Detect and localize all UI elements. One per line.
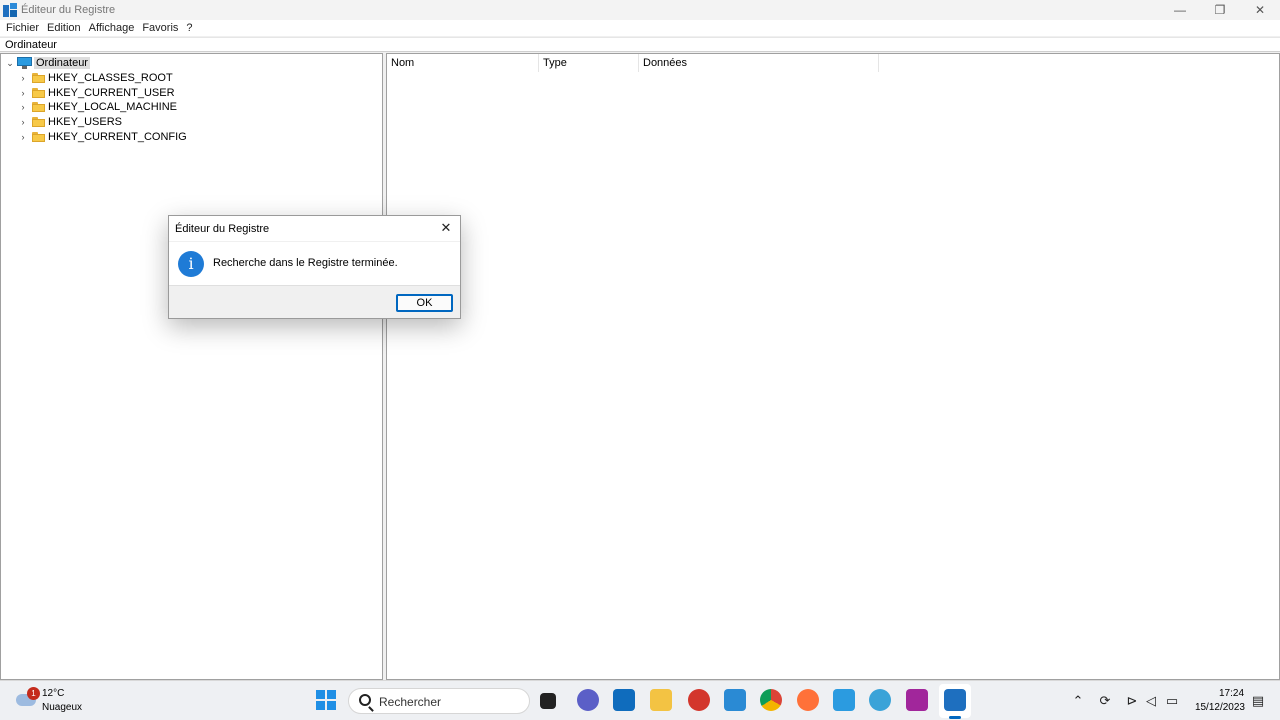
weather-temp: 12°C — [42, 688, 65, 699]
tree-item-hkey-current-config[interactable]: › HKEY_CURRENT_CONFIG — [18, 130, 187, 144]
restore-button[interactable]: ❐ — [1200, 0, 1240, 20]
folder-icon — [32, 102, 45, 112]
message-dialog: Éditeur du Registre ✕ i Recherche dans l… — [168, 215, 461, 319]
teams-icon[interactable] — [577, 689, 599, 711]
notification-icon[interactable]: ▤ — [1250, 693, 1266, 709]
chevron-up-icon[interactable]: ⌃ — [1070, 693, 1086, 709]
info-icon: i — [178, 251, 204, 277]
column-header-nom[interactable]: Nom — [387, 54, 539, 72]
sync-icon[interactable]: ⟳ — [1097, 693, 1113, 709]
computer-icon — [17, 57, 32, 69]
values-pane[interactable]: Nom Type Données — [386, 53, 1280, 680]
minimize-button[interactable]: — — [1160, 0, 1200, 20]
tree-item-hkey-users[interactable]: › HKEY_USERS — [18, 115, 122, 129]
ok-button[interactable]: OK — [396, 294, 453, 312]
menu-edition[interactable]: Edition — [43, 22, 85, 34]
menu-fichier[interactable]: Fichier — [2, 22, 43, 34]
tree-item-hkey-local-machine[interactable]: › HKEY_LOCAL_MACHINE — [18, 100, 178, 114]
clock-time[interactable]: 17:24 — [1219, 688, 1244, 699]
close-button[interactable]: ✕ — [1240, 0, 1280, 20]
tree-item-label: HKEY_CURRENT_CONFIG — [48, 131, 187, 143]
vpn-icon[interactable] — [869, 689, 891, 711]
menu-bar: Fichier Edition Affichage Favoris ? — [0, 20, 1280, 36]
chevron-right-icon[interactable]: › — [18, 132, 28, 142]
start-button[interactable] — [316, 690, 336, 710]
search-icon — [359, 694, 371, 706]
firefox-icon[interactable] — [797, 689, 819, 711]
tree-item-hkey-current-user[interactable]: › HKEY_CURRENT_USER — [18, 86, 175, 100]
file-explorer-icon[interactable] — [650, 689, 672, 711]
menu-affichage[interactable]: Affichage — [85, 22, 139, 34]
battery-icon[interactable]: ▭ — [1164, 693, 1180, 709]
column-header-type[interactable]: Type — [539, 54, 639, 72]
tree-pane[interactable]: ⌄ Ordinateur › HKEY_CLASSES_ROOT › HKEY_… — [0, 53, 383, 680]
notification-badge: 1 — [27, 687, 40, 700]
remote-desktop-icon[interactable] — [833, 689, 855, 711]
column-header-donnees[interactable]: Données — [639, 54, 879, 72]
tree-root-label: Ordinateur — [34, 57, 90, 69]
outlook-icon[interactable] — [613, 689, 635, 711]
taskbar-search[interactable]: Rechercher — [348, 688, 530, 714]
registry-editor-taskbar-icon[interactable] — [944, 689, 966, 711]
tree-item-label: HKEY_CURRENT_USER — [48, 87, 175, 99]
dialog-close-icon[interactable]: ✕ — [438, 220, 454, 236]
folder-icon — [32, 73, 45, 83]
tree-root[interactable]: ⌄ Ordinateur — [5, 56, 90, 70]
chevron-right-icon[interactable]: › — [18, 88, 28, 98]
menu-help[interactable]: ? — [182, 22, 196, 34]
tree-item-label: HKEY_CLASSES_ROOT — [48, 72, 173, 84]
title-bar: Éditeur du Registre — ❐ ✕ — [0, 0, 1280, 20]
registry-editor-icon — [3, 3, 17, 17]
chrome-icon[interactable] — [760, 689, 782, 711]
volume-muted-icon[interactable]: ◁ — [1143, 693, 1159, 709]
menu-favoris[interactable]: Favoris — [138, 22, 182, 34]
chevron-right-icon[interactable]: › — [18, 73, 28, 83]
dialog-footer: OK — [169, 285, 460, 318]
folder-icon — [32, 88, 45, 98]
store-icon[interactable] — [724, 689, 746, 711]
network-icon[interactable]: ⊳ — [1124, 693, 1140, 709]
tree-item-hkey-classes-root[interactable]: › HKEY_CLASSES_ROOT — [18, 71, 173, 85]
chevron-right-icon[interactable]: › — [18, 117, 28, 127]
window-title: Éditeur du Registre — [21, 4, 116, 16]
dialog-body: i Recherche dans le Registre terminée. — [169, 241, 460, 285]
clock-date[interactable]: 15/12/2023 — [1191, 702, 1245, 713]
weather-widget[interactable]: 1 12°C Nuageux — [14, 686, 104, 716]
dialog-title: Éditeur du Registre — [175, 223, 270, 235]
address-bar[interactable]: Ordinateur — [0, 37, 1280, 52]
tree-item-label: HKEY_USERS — [48, 116, 122, 128]
folder-icon — [32, 132, 45, 142]
tree-item-label: HKEY_LOCAL_MACHINE — [48, 101, 177, 113]
clion-icon[interactable] — [906, 689, 928, 711]
chevron-down-icon[interactable]: ⌄ — [5, 58, 15, 68]
search-label: Rechercher — [379, 695, 442, 709]
ccleaner-icon[interactable] — [688, 689, 710, 711]
active-indicator — [949, 716, 961, 719]
dialog-message: Recherche dans le Registre terminée. — [213, 257, 398, 269]
column-headers: Nom Type Données — [387, 54, 879, 72]
chevron-right-icon[interactable]: › — [18, 102, 28, 112]
taskbar: 1 12°C Nuageux Rechercher ⌃ ⟳ ⊳ ◁ ▭ 17:2… — [0, 680, 1280, 720]
folder-icon — [32, 117, 45, 127]
weather-desc: Nuageux — [42, 702, 83, 713]
task-view-icon[interactable] — [540, 693, 556, 709]
